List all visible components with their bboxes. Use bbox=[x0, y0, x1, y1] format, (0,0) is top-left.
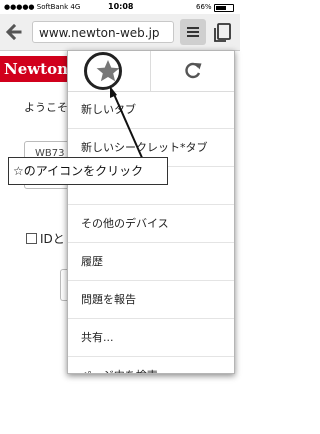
annotation-callout: ☆のアイコンをクリック bbox=[8, 157, 168, 185]
annotation-arrow bbox=[110, 86, 144, 161]
